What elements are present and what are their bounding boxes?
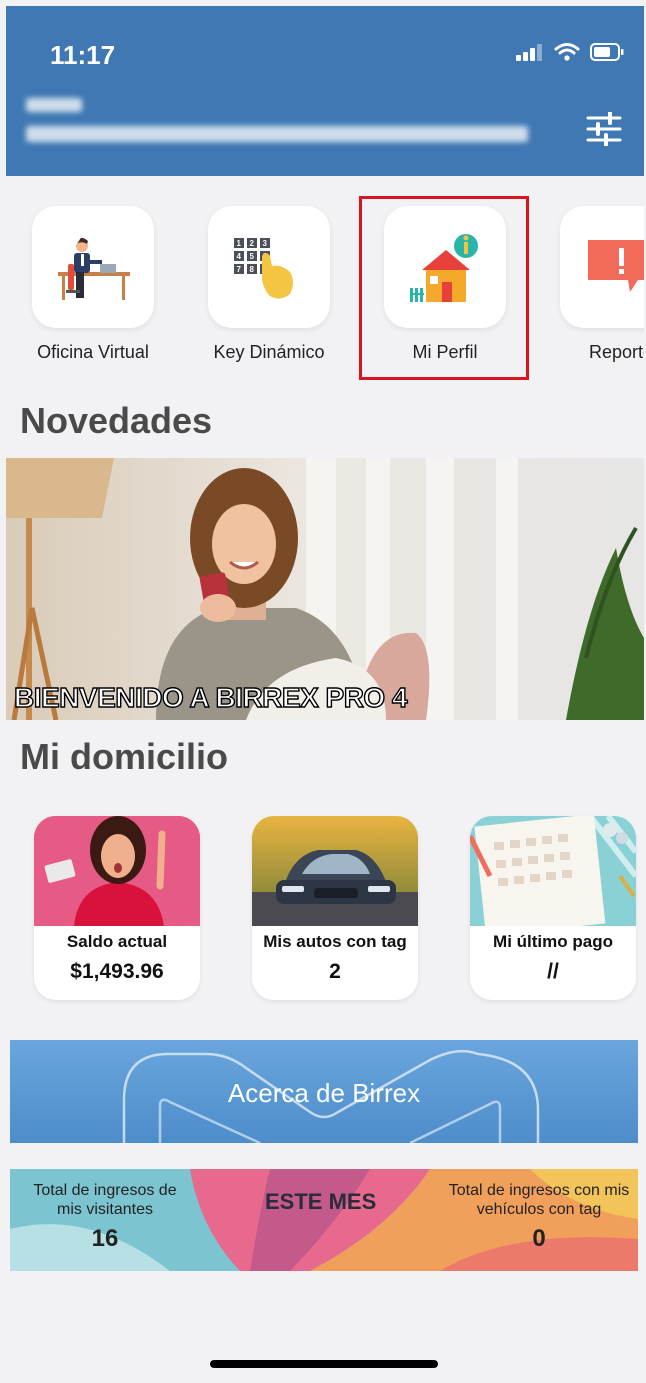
shortcut-row: Oficina Virtual 123 456 789: [6, 206, 644, 376]
card-value: $1,493.96: [70, 960, 164, 983]
app-screen: 11:17 Oficina Virtual 1 2 3 4 5 7 8 Key …: [6, 6, 644, 1383]
signal-icon: [516, 43, 544, 61]
svg-text:1: 1: [237, 239, 242, 248]
last-payment-card[interactable]: Mi último pago //: [470, 816, 636, 1000]
monthly-stats-banner: Total de ingresos de mis visitantes 16 E…: [10, 1169, 638, 1271]
shortcut-label: Reporte: [588, 342, 644, 362]
highlight-box: [359, 196, 529, 380]
status-icons: [516, 42, 624, 62]
card-value: //: [547, 960, 559, 983]
cars-card-image: [252, 816, 418, 926]
redacted-address: [26, 126, 528, 142]
visitors-label: Total de ingresos de mis visitantes: [33, 1182, 177, 1218]
news-section-title: Novedades: [20, 400, 213, 441]
alert-speech-icon: [588, 240, 644, 292]
news-banner[interactable]: BIENVENIDO A BIRREX PRO 4: [6, 458, 644, 720]
svg-text:7: 7: [237, 265, 242, 274]
shortcut-label: Oficina Virtual: [37, 342, 149, 362]
key-tile[interactable]: 123 456 789: [208, 206, 330, 328]
shortcut-oficina-virtual[interactable]: Oficina Virtual: [18, 206, 168, 363]
home-section-title: Mi domicilio: [20, 736, 229, 777]
keypad-hand-icon: 123 456 789: [234, 238, 293, 299]
woman-with-card-image: [34, 816, 200, 926]
status-time: 11:17: [50, 40, 116, 70]
cars-card[interactable]: Mis autos con tag 2: [252, 816, 418, 1000]
shortcut-key-dinamico[interactable]: 123 456 789 Key Dinámico: [194, 206, 344, 363]
card-title: Mi último pago: [493, 932, 613, 951]
car-image: [252, 816, 418, 926]
shortcut-reporte[interactable]: Reporte: [546, 206, 644, 363]
balance-card-image: [34, 816, 200, 926]
last-payment-card-image: [470, 816, 636, 926]
vehicles-label: Total de ingresos con mis vehículos con …: [448, 1182, 630, 1218]
calendar-image: [470, 816, 636, 926]
card-value: 2: [329, 960, 341, 983]
vehicles-value: 0: [532, 1225, 546, 1252]
about-birrex-banner[interactable]: Acerca de Birrex: [10, 1040, 638, 1143]
home-indicator[interactable]: [210, 1360, 438, 1368]
visitors-stat: Total de ingresos de mis visitantes 16: [20, 1181, 190, 1252]
svg-text:8: 8: [250, 265, 255, 274]
svg-text:2: 2: [250, 239, 255, 248]
office-desk-icon: [58, 237, 130, 300]
banner-photo: [6, 458, 644, 720]
report-tile[interactable]: [560, 206, 644, 328]
office-tile[interactable]: [32, 206, 154, 328]
visitors-value: 16: [91, 1225, 119, 1252]
svg-text:3: 3: [263, 239, 268, 248]
redacted-user-name: [26, 98, 82, 112]
vehicles-stat: Total de ingresos con mis vehículos con …: [444, 1181, 634, 1252]
app-header: 11:17: [6, 6, 644, 176]
banner-caption: BIENVENIDO A BIRREX PRO 4: [13, 681, 408, 713]
period-label: ESTE MES: [265, 1189, 377, 1214]
wifi-icon: [554, 43, 580, 61]
home-cards: Saldo actual $1,493.96 Mis autos con tag…: [6, 816, 644, 1006]
svg-text:5: 5: [250, 252, 255, 261]
about-label: Acerca de Birrex: [227, 1078, 421, 1108]
card-title: Mis autos con tag: [263, 932, 407, 951]
balance-card[interactable]: Saldo actual $1,493.96: [34, 816, 200, 1000]
battery-icon: [590, 43, 624, 61]
shortcut-label: Key Dinámico: [213, 342, 325, 362]
card-title: Saldo actual: [66, 932, 168, 951]
settings-sliders-icon[interactable]: [586, 112, 622, 146]
svg-text:4: 4: [237, 252, 242, 261]
